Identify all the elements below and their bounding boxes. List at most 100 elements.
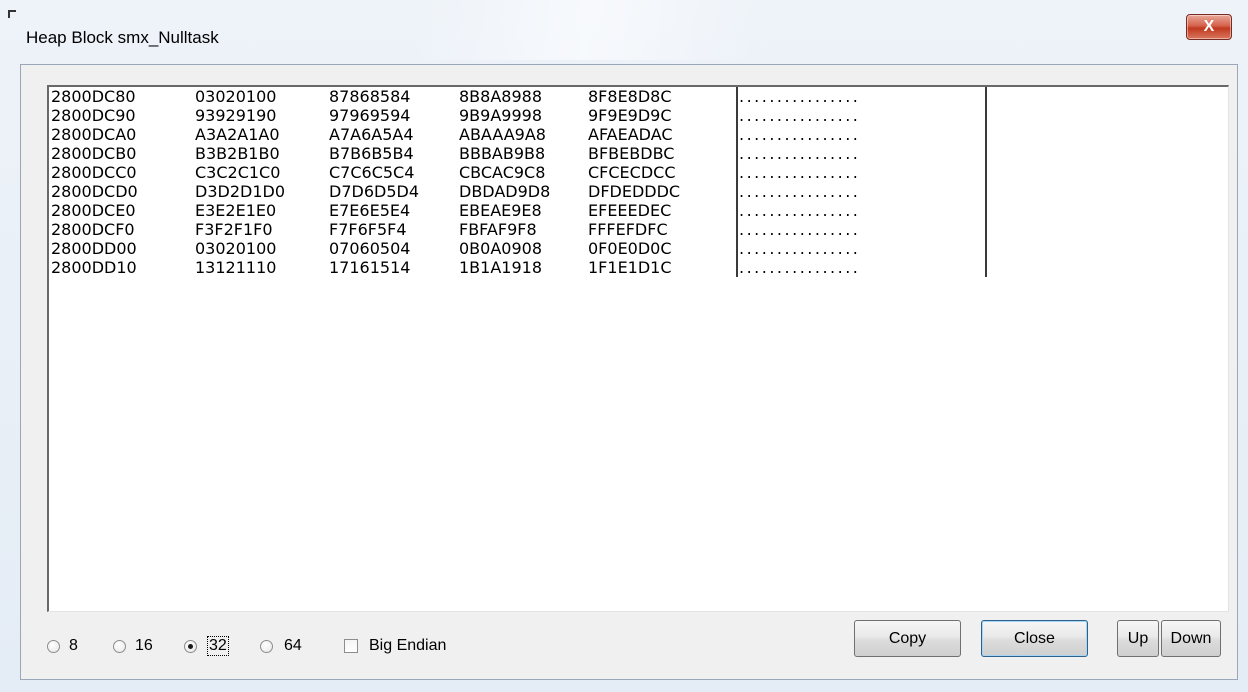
ascii-left-border [736,144,738,163]
dump-word: 93929190 [195,106,277,125]
ascii-left-border [736,239,738,258]
dump-word: EBEAE9E8 [459,201,542,220]
dump-word: A7A6A5A4 [329,125,414,144]
close-icon: X [1203,18,1215,35]
dump-word: FBFAF9F8 [459,220,537,239]
ascii-right-border [985,239,987,258]
heap-block-window: Heap Block smx_Nulltask X 2800DC80 030201… [0,0,1248,692]
dump-word: 07060504 [329,239,411,258]
up-button[interactable]: Up [1117,620,1159,657]
dump-word: DFDEDDDC [588,182,681,201]
ascii-left-border [736,125,738,144]
word-size-64-radio[interactable] [260,640,273,653]
word-size-8-label[interactable]: 8 [69,637,78,655]
dump-word: 1B1A1918 [459,258,542,277]
memory-dump-view[interactable]: 2800DC80 03020100 87868584 8B8A8988 8F8E8D8C… [47,85,1229,612]
ascii-right-border [985,106,987,125]
dump-word: 17161514 [329,258,411,277]
word-size-32-label[interactable]: 32 [207,636,229,656]
dump-word: F3F2F1F0 [195,220,273,239]
dump-word: B3B2B1B0 [195,144,280,163]
ascii-left-border [736,163,738,182]
word-size-64-label[interactable]: 64 [284,637,302,655]
dump-ascii: ................ [739,182,861,201]
dump-word: 1F1E1D1C [588,258,672,277]
dump-address: 2800DCC0 [51,163,137,182]
dump-word: 0F0E0D0C [588,239,672,258]
ascii-right-border [985,163,987,182]
dump-ascii: ................ [739,239,861,258]
dump-row: 2800DCE0 E3E2E1E0 E7E6E5E4 EBEAE9E8 EFEEEDEC… [49,201,1149,220]
big-endian-label[interactable]: Big Endian [369,637,446,655]
dump-word: 9F9E9D9C [588,106,672,125]
ascii-left-border [736,106,738,125]
dump-ascii: ................ [739,220,861,239]
dump-word: EFEEEDEC [588,201,672,220]
ascii-right-border [985,87,987,106]
dump-row: 2800DC80 03020100 87868584 8B8A8988 8F8E8D8C… [49,87,1149,106]
dump-row: 2800DCA0 A3A2A1A0 A7A6A5A4 ABAAA9A8 AFAEADAC… [49,125,1149,144]
ascii-left-border [736,182,738,201]
ascii-right-border [985,144,987,163]
ascii-right-border [985,258,987,277]
big-endian-checkbox[interactable] [344,639,358,653]
dump-word: DBDAD9D8 [459,182,551,201]
dump-word: A3A2A1A0 [195,125,280,144]
dump-word: E7E6E5E4 [329,201,411,220]
dump-address: 2800DCF0 [51,220,135,239]
dump-word: 97969594 [329,106,411,125]
word-size-16-radio[interactable] [113,640,126,653]
dump-word: 03020100 [195,87,277,106]
dump-row: 2800DD10 13121110 17161514 1B1A1918 1F1E1D1C… [49,258,1149,277]
dump-address: 2800DC90 [51,106,136,125]
dump-ascii: ................ [739,87,861,106]
ascii-right-border [985,201,987,220]
dump-ascii: ................ [739,258,861,277]
dump-word: F7F6F5F4 [329,220,407,239]
dump-row: 2800DD00 03020100 07060504 0B0A0908 0F0E0D0C… [49,239,1149,258]
dump-word: 9B9A9998 [459,106,542,125]
dump-address: 2800DCD0 [51,182,138,201]
dump-ascii: ................ [739,201,861,220]
dump-word: BBBAB9B8 [459,144,546,163]
dump-row: 2800DCD0 D3D2D1D0 D7D6D5D4 DBDAD9D8 DFDEDDDC… [49,182,1149,201]
dump-word: 8B8A8988 [459,87,542,106]
dump-word: 13121110 [195,258,277,277]
window-title: Heap Block smx_Nulltask [26,28,219,47]
dump-word: BFBEBDBC [588,144,675,163]
dump-address: 2800DCE0 [51,201,136,220]
dump-word: FFFEFDFC [588,220,668,239]
word-size-8-radio[interactable] [47,640,60,653]
dump-ascii: ................ [739,163,861,182]
word-size-16-label[interactable]: 16 [135,637,153,655]
dump-word: D7D6D5D4 [329,182,419,201]
dump-address: 2800DD00 [51,239,137,258]
copy-button[interactable]: Copy [854,620,961,657]
dump-word: D3D2D1D0 [195,182,285,201]
dump-word: C3C2C1C0 [195,163,281,182]
dump-word: 87868584 [329,87,411,106]
options-bar: 8 16 32 64 Big Endian Copy Close Up Down [21,618,1237,678]
ascii-left-border [736,258,738,277]
ascii-right-border [985,182,987,201]
dump-word: 03020100 [195,239,277,258]
dump-word: B7B6B5B4 [329,144,414,163]
ascii-left-border [736,201,738,220]
down-button[interactable]: Down [1161,620,1221,657]
dump-row: 2800DCB0 B3B2B1B0 B7B6B5B4 BBBAB9B8 BFBEBDBC… [49,144,1149,163]
window-close-button[interactable]: X [1186,14,1232,40]
dump-ascii: ................ [739,106,861,125]
dump-address: 2800DCB0 [51,144,137,163]
window-corner-mark [8,10,16,18]
ascii-left-border [736,220,738,239]
dump-address: 2800DD10 [51,258,137,277]
dump-word: AFAEADAC [588,125,673,144]
dump-ascii: ................ [739,144,861,163]
dump-word: 0B0A0908 [459,239,542,258]
dump-address: 2800DC80 [51,87,136,106]
dump-word: CFCECDCC [588,163,676,182]
close-button[interactable]: Close [981,620,1088,657]
word-size-32-radio[interactable] [184,640,197,653]
dump-word: ABAAA9A8 [459,125,546,144]
dump-ascii: ................ [739,125,861,144]
